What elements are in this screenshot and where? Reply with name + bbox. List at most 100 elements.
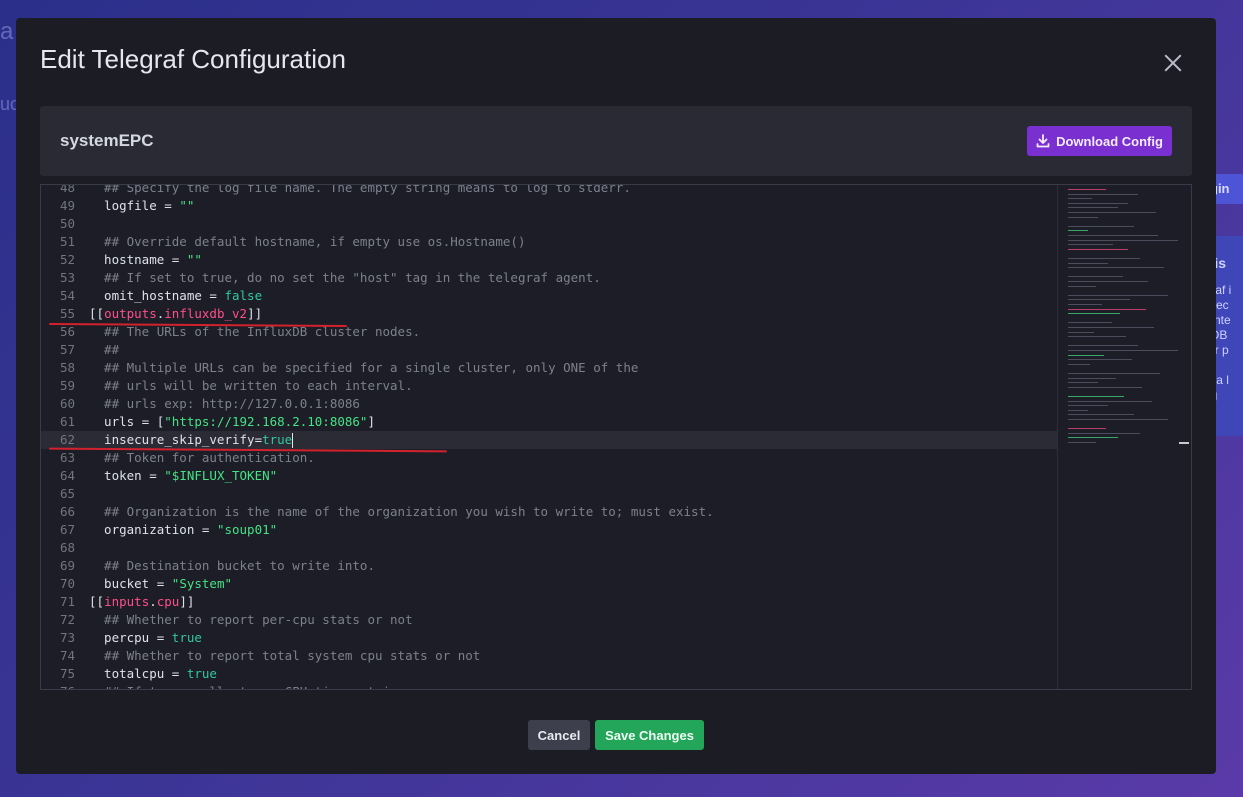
download-icon xyxy=(1036,134,1050,148)
line-code[interactable]: [[inputs.cpu]] xyxy=(89,594,194,609)
minimap-line xyxy=(1068,359,1132,361)
code-line[interactable]: 72 ## Whether to report per-cpu stats or… xyxy=(41,611,1057,629)
minimap-line xyxy=(1068,304,1102,305)
line-code[interactable]: hostname = "" xyxy=(89,252,202,267)
minimap-line xyxy=(1068,262,1108,264)
code-line[interactable]: 58 ## Multiple URLs can be specified for… xyxy=(41,359,1057,377)
line-number: 64 xyxy=(59,468,75,483)
line-number: 73 xyxy=(59,630,75,645)
code-line[interactable]: 54 omit_hostname = false xyxy=(41,287,1057,305)
minimap-line xyxy=(1068,216,1098,218)
line-code[interactable]: omit_hostname = false xyxy=(89,288,262,303)
download-config-label: Download Config xyxy=(1056,133,1163,149)
code-line[interactable]: 64 token = "$INFLUX_TOKEN" xyxy=(41,467,1057,485)
code-line[interactable]: 49 logfile = "" xyxy=(41,197,1057,215)
line-code[interactable]: ## Whether to report per-cpu stats or no… xyxy=(89,612,413,627)
line-number: 66 xyxy=(59,504,75,519)
code-line[interactable]: 62 insecure_skip_verify=true xyxy=(41,431,1057,449)
code-line[interactable]: 60 ## urls exp: http://127.0.0.1:8086 xyxy=(41,395,1057,413)
line-number: 62 xyxy=(59,432,75,447)
code-line[interactable]: 50 xyxy=(41,215,1057,233)
line-number: 54 xyxy=(59,288,75,303)
line-code[interactable]: ## Organization is the name of the organ… xyxy=(89,504,714,519)
save-changes-button[interactable]: Save Changes xyxy=(595,720,704,750)
minimap-scroll-marker[interactable] xyxy=(1179,442,1189,444)
code-line[interactable]: 48 ## Specify the log file name. The emp… xyxy=(41,185,1057,197)
code-line[interactable]: 57 ## xyxy=(41,341,1057,359)
code-line[interactable]: 59 ## urls will be written to each inter… xyxy=(41,377,1057,395)
line-code[interactable]: ## Override default hostname, if empty u… xyxy=(89,234,525,249)
line-number: 56 xyxy=(59,324,75,339)
code-line[interactable]: 63 ## Token for authentication. xyxy=(41,449,1057,467)
code-line[interactable]: 51 ## Override default hostname, if empt… xyxy=(41,233,1057,251)
code-line[interactable]: 76 ## If true, collect raw CPU time metr… xyxy=(41,683,1057,689)
minimap-line xyxy=(1068,198,1092,200)
line-code[interactable]: [[outputs.influxdb_v2]] xyxy=(89,306,262,321)
line-number: 49 xyxy=(59,198,75,213)
line-number: 59 xyxy=(59,378,75,393)
line-number: 74 xyxy=(59,648,75,663)
code-line[interactable]: 71 [[inputs.cpu]] xyxy=(41,593,1057,611)
code-line[interactable]: 74 ## Whether to report total system cpu… xyxy=(41,647,1057,665)
line-number: 53 xyxy=(59,270,75,285)
code-line[interactable]: 61 urls = ["https://192.168.2.10:8086"] xyxy=(41,413,1057,431)
line-number: 51 xyxy=(59,234,75,249)
line-code[interactable]: ## Destination bucket to write into. xyxy=(89,558,375,573)
code-line[interactable]: 73 percpu = true xyxy=(41,629,1057,647)
code-line[interactable]: 65 xyxy=(41,485,1057,503)
code-line[interactable]: 70 bucket = "System" xyxy=(41,575,1057,593)
minimap-line xyxy=(1068,322,1112,324)
line-code[interactable]: ## urls exp: http://127.0.0.1:8086 xyxy=(89,396,360,411)
line-code[interactable]: ## Token for authentication. xyxy=(89,450,315,465)
line-code[interactable]: bucket = "System" xyxy=(89,576,232,591)
minimap-line xyxy=(1068,419,1168,420)
minimap-line xyxy=(1068,308,1146,310)
line-number: 70 xyxy=(59,576,75,591)
line-code[interactable]: ## urls will be written to each interval… xyxy=(89,378,413,393)
background-fragment: a xyxy=(0,18,14,45)
line-number: 52 xyxy=(59,252,75,267)
line-number: 68 xyxy=(59,540,75,555)
line-number: 58 xyxy=(59,360,75,375)
minimap-line xyxy=(1068,414,1134,416)
code-line[interactable]: 75 totalcpu = true xyxy=(41,665,1057,683)
code-line[interactable]: 53 ## If set to true, do no set the "hos… xyxy=(41,269,1057,287)
minimap-line xyxy=(1068,428,1106,430)
minimap-line xyxy=(1068,230,1088,232)
code-line[interactable]: 66 ## Organization is the name of the or… xyxy=(41,503,1057,521)
line-code[interactable]: totalcpu = true xyxy=(89,666,217,681)
line-code[interactable]: ## If true, collect raw CPU time metrics xyxy=(89,684,405,689)
line-number: 60 xyxy=(59,396,75,411)
code-minimap[interactable] xyxy=(1057,185,1191,689)
line-code[interactable]: ## If set to true, do no set the "host" … xyxy=(89,270,601,285)
minimap-line xyxy=(1068,299,1130,301)
line-code[interactable]: urls = ["https://192.168.2.10:8086"] xyxy=(89,414,375,429)
line-code[interactable]: logfile = "" xyxy=(89,198,194,213)
line-number: 61 xyxy=(59,414,75,429)
code-line[interactable]: 67 organization = "soup01" xyxy=(41,521,1057,539)
config-header: systemEPC Download Config xyxy=(40,106,1192,176)
code-line[interactable]: 69 ## Destination bucket to write into. xyxy=(41,557,1057,575)
line-code[interactable]: token = "$INFLUX_TOKEN" xyxy=(89,468,277,483)
download-config-button[interactable]: Download Config xyxy=(1027,126,1172,156)
line-number: 76 xyxy=(41,683,89,689)
line-number: 71 xyxy=(59,594,75,609)
code-line[interactable]: 55 [[outputs.influxdb_v2]] xyxy=(41,305,1057,323)
cancel-button[interactable]: Cancel xyxy=(528,720,590,750)
code-editor[interactable]: 48 ## Specify the log file name. The emp… xyxy=(40,184,1192,690)
code-line[interactable]: 52 hostname = "" xyxy=(41,251,1057,269)
line-code[interactable]: ## xyxy=(89,342,119,357)
line-code[interactable]: ## Multiple URLs can be specified for a … xyxy=(89,360,638,375)
line-number: 65 xyxy=(59,486,75,501)
line-code[interactable]: organization = "soup01" xyxy=(89,522,277,537)
line-code[interactable]: ## Specify the log file name. The empty … xyxy=(89,185,631,195)
edit-telegraf-modal: Edit Telegraf Configuration systemEPC Do… xyxy=(16,18,1216,774)
line-code[interactable]: percpu = true xyxy=(89,630,202,645)
line-code[interactable]: insecure_skip_verify=true xyxy=(89,432,294,448)
line-number: 63 xyxy=(59,450,75,465)
code-line[interactable]: 68 xyxy=(41,539,1057,557)
code-lines[interactable]: 48 ## Specify the log file name. The emp… xyxy=(41,185,1057,689)
line-code[interactable]: ## Whether to report total system cpu st… xyxy=(89,648,480,663)
close-icon[interactable] xyxy=(1160,50,1186,76)
config-name: systemEPC xyxy=(60,131,154,150)
